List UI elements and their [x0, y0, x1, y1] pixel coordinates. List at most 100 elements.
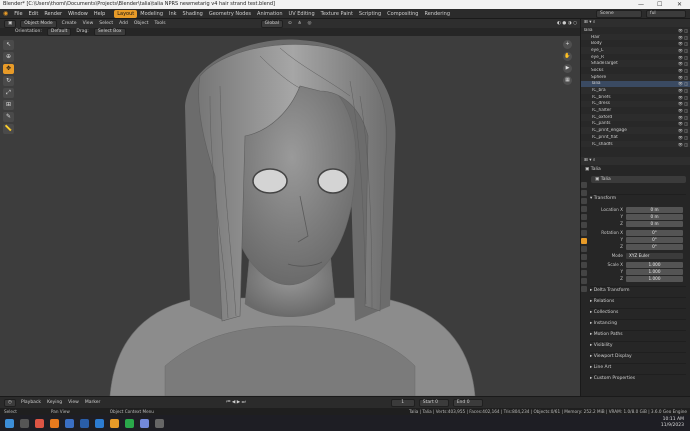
location-z-field[interactable]: 0 m	[626, 221, 683, 227]
property-section-header[interactable]: ▸ Motion Paths	[590, 330, 686, 338]
scale-y-field[interactable]: 1.000	[626, 269, 683, 275]
property-section-header[interactable]: ▸ Delta Transform	[590, 286, 686, 294]
orientation-dropdown[interactable]: Default	[46, 28, 72, 36]
outliner-item[interactable]: TC_bra 👁 ◫	[581, 87, 690, 94]
timeline-editor-icon[interactable]: ◷	[4, 398, 16, 407]
tab-ink[interactable]: Ink	[166, 10, 180, 18]
outliner-item[interactable]: TC_print_flat 👁 ◫	[581, 134, 690, 141]
tab-scripting[interactable]: Scripting	[356, 10, 384, 18]
menu-file[interactable]: File	[11, 9, 25, 19]
pivot-icon[interactable]: ⊙	[285, 20, 295, 28]
menu-help[interactable]: Help	[91, 9, 108, 19]
app-icon[interactable]	[65, 418, 74, 428]
outliner-item[interactable]: TC_pants 👁 ◫	[581, 121, 690, 128]
property-section-header[interactable]: ▸ Line Art	[590, 363, 686, 371]
rotate-tool-icon[interactable]: ↻	[3, 76, 14, 86]
visibility-eye-icon[interactable]: 👁 ◫	[668, 61, 690, 66]
outliner-item[interactable]: Talia 👁 ◫	[581, 27, 690, 34]
current-frame-field[interactable]: 1	[390, 398, 415, 407]
outlook-icon[interactable]	[95, 418, 104, 428]
outliner-item[interactable]: TC_print_engage 👁 ◫	[581, 127, 690, 134]
property-section-header[interactable]: ▸ Visibility	[590, 341, 686, 349]
move-tool-icon[interactable]: ✥	[3, 64, 14, 74]
rotation-x-field[interactable]: 0°	[626, 230, 683, 236]
start-frame-field[interactable]: Start 0	[418, 398, 449, 407]
visibility-eye-icon[interactable]: 👁 ◫	[668, 135, 690, 140]
outliner-item[interactable]: Socks 👁 ◫	[581, 67, 690, 74]
render-tab-icon[interactable]	[581, 190, 587, 196]
location-x-field[interactable]: 0 m	[626, 207, 683, 213]
outliner-item[interactable]: TC_oxford 👁 ◫	[581, 113, 690, 121]
scale-z-field[interactable]: 1.000	[626, 276, 683, 282]
menu-keying[interactable]: Keying	[44, 399, 65, 407]
tab-animation[interactable]: Animation	[254, 10, 286, 18]
menu-select[interactable]: Select	[96, 20, 116, 28]
pan-hand-icon[interactable]: ✋	[563, 52, 572, 61]
property-section-header[interactable]: ▸ Custom Properties	[590, 374, 686, 382]
editor-type-icon[interactable]: ▣	[4, 19, 17, 28]
menu-window[interactable]: Window	[65, 9, 91, 19]
property-section-header[interactable]: ▸ Relations	[590, 297, 686, 305]
outliner-item[interactable]: Body 👁 ◫	[581, 40, 690, 47]
clock[interactable]: 10:11 AM 11/9/2023	[661, 417, 690, 429]
visibility-eye-icon[interactable]: 👁 ◫	[668, 48, 690, 53]
visibility-eye-icon[interactable]: 👁 ◫	[668, 55, 690, 60]
scale-tool-icon[interactable]: ⤢	[3, 88, 14, 98]
visibility-eye-icon[interactable]: 👁 ◫	[668, 88, 690, 93]
property-section-header[interactable]: ▸ Collections	[590, 308, 686, 316]
start-menu-icon[interactable]	[5, 418, 14, 428]
minimize-button[interactable]: —	[638, 0, 644, 9]
outliner-item[interactable]: Talia 👁 ◫	[581, 80, 690, 88]
rotation-z-field[interactable]: 0°	[626, 244, 683, 250]
snap-icon[interactable]: ⋔	[295, 20, 305, 28]
transform-orientation-dropdown[interactable]: Global	[260, 19, 283, 28]
spotify-icon[interactable]	[125, 418, 134, 428]
blender-taskbar-icon[interactable]	[110, 418, 119, 428]
zoom-icon[interactable]: +	[563, 40, 572, 49]
mode-selector[interactable]: Object Mode	[20, 19, 57, 28]
visibility-eye-icon[interactable]: 👁 ◫	[668, 95, 690, 100]
tab-rendering[interactable]: Rendering	[421, 10, 453, 18]
outliner-item[interactable]: eye_R 👁 ◫	[581, 54, 690, 61]
rotation-mode-dropdown[interactable]: XYZ Euler	[626, 253, 683, 259]
close-button[interactable]: ✕	[677, 0, 682, 9]
output-tab-icon[interactable]	[581, 198, 587, 204]
proportional-edit-icon[interactable]: ◎	[305, 20, 315, 28]
measure-tool-icon[interactable]: 📏	[3, 124, 14, 134]
cursor-tool-icon[interactable]: ⊕	[3, 52, 14, 62]
tab-compositing[interactable]: Compositing	[384, 10, 421, 18]
location-y-field[interactable]: 0 m	[626, 214, 683, 220]
blender-logo-icon[interactable]: ◉	[0, 9, 11, 19]
3d-viewport[interactable]	[0, 36, 580, 396]
transform-section-header[interactable]: ▾ Transform	[590, 194, 686, 202]
menu-tools[interactable]: Tools	[152, 20, 169, 28]
property-section-header[interactable]: ▸ Instancing	[590, 319, 686, 327]
visibility-eye-icon[interactable]: 👁 ◫	[668, 142, 690, 147]
transform-tool-icon[interactable]: ⊞	[3, 100, 14, 110]
visibility-eye-icon[interactable]: 👁 ◫	[668, 68, 690, 73]
outliner-item[interactable]: TC_briefs 👁 ◫	[581, 94, 690, 101]
visibility-eye-icon[interactable]: 👁 ◫	[668, 81, 690, 86]
menu-create[interactable]: Create	[59, 20, 80, 28]
scale-x-field[interactable]: 1.000	[626, 262, 683, 268]
menu-add[interactable]: Add	[116, 20, 131, 28]
outliner-item[interactable]: Sphere 👁 ◫	[581, 73, 690, 81]
object-name-field[interactable]: ▣ Talia	[591, 176, 686, 183]
visibility-eye-icon[interactable]: 👁 ◫	[668, 41, 690, 46]
outliner-item[interactable]: TC_shadfs 👁 ◫	[581, 140, 690, 148]
annotate-tool-icon[interactable]: ✎	[3, 112, 14, 122]
menu-marker[interactable]: Marker	[82, 399, 104, 407]
menu-render[interactable]: Render	[41, 9, 65, 19]
discord-icon[interactable]	[140, 418, 149, 428]
word-icon[interactable]	[80, 418, 89, 428]
visibility-eye-icon[interactable]: 👁 ◫	[668, 35, 690, 40]
end-frame-field[interactable]: End 0	[452, 398, 483, 407]
explorer-icon[interactable]	[155, 418, 164, 428]
tool-tab-icon[interactable]	[581, 182, 587, 188]
tab-geometry-nodes[interactable]: Geometry Nodes	[206, 10, 254, 18]
tab-uv-editing[interactable]: UV Editing	[286, 10, 318, 18]
firefox-icon[interactable]	[50, 418, 59, 428]
select-tool-icon[interactable]: ↖	[3, 40, 14, 50]
playback-controls[interactable]: ⏮ ◀ ▶ ⏭	[223, 399, 248, 407]
outliner-item[interactable]: Hair 👁 ◫	[581, 33, 690, 41]
